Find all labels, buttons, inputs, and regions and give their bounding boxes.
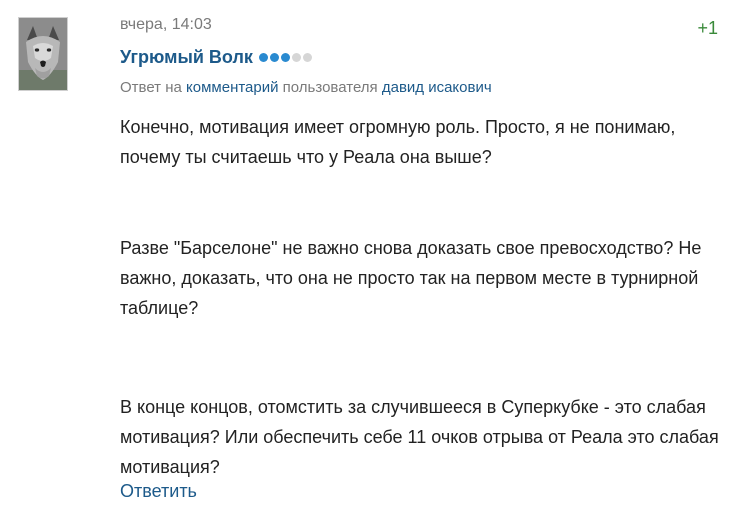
comment-paragraph: Разве "Барселоне" не важно снова доказат… <box>120 238 702 318</box>
level-dot-filled <box>280 53 290 62</box>
user-level-indicator <box>258 53 312 62</box>
comment-rating[interactable]: +1 <box>697 18 718 39</box>
comment-timestamp: вчера, 14:03 <box>120 16 212 33</box>
avatar[interactable] <box>18 17 68 91</box>
comment-paragraph: Конечно, мотивация имеет огромную роль. … <box>120 117 676 167</box>
reply-prefix: Ответ на <box>120 79 182 96</box>
comment-paragraph: В конце концов, отомстить за случившееся… <box>120 397 719 477</box>
level-dot-filled <box>258 53 268 62</box>
wolf-avatar-icon <box>19 18 67 90</box>
level-dot-empty <box>302 53 312 62</box>
reply-middle-text: пользователя <box>282 79 378 96</box>
reply-button[interactable]: Ответить <box>120 481 197 502</box>
parent-comment-link[interactable]: комментарий <box>186 79 278 96</box>
author-name-link[interactable]: Угрюмый Волк <box>120 47 253 68</box>
level-dot-filled <box>269 53 279 62</box>
author-row: Угрюмый Волк <box>120 47 312 68</box>
level-dot-empty <box>291 53 301 62</box>
parent-user-link[interactable]: давид исакович <box>382 79 492 96</box>
reply-to-info: Ответ на комментарий пользователя давид … <box>120 79 492 96</box>
